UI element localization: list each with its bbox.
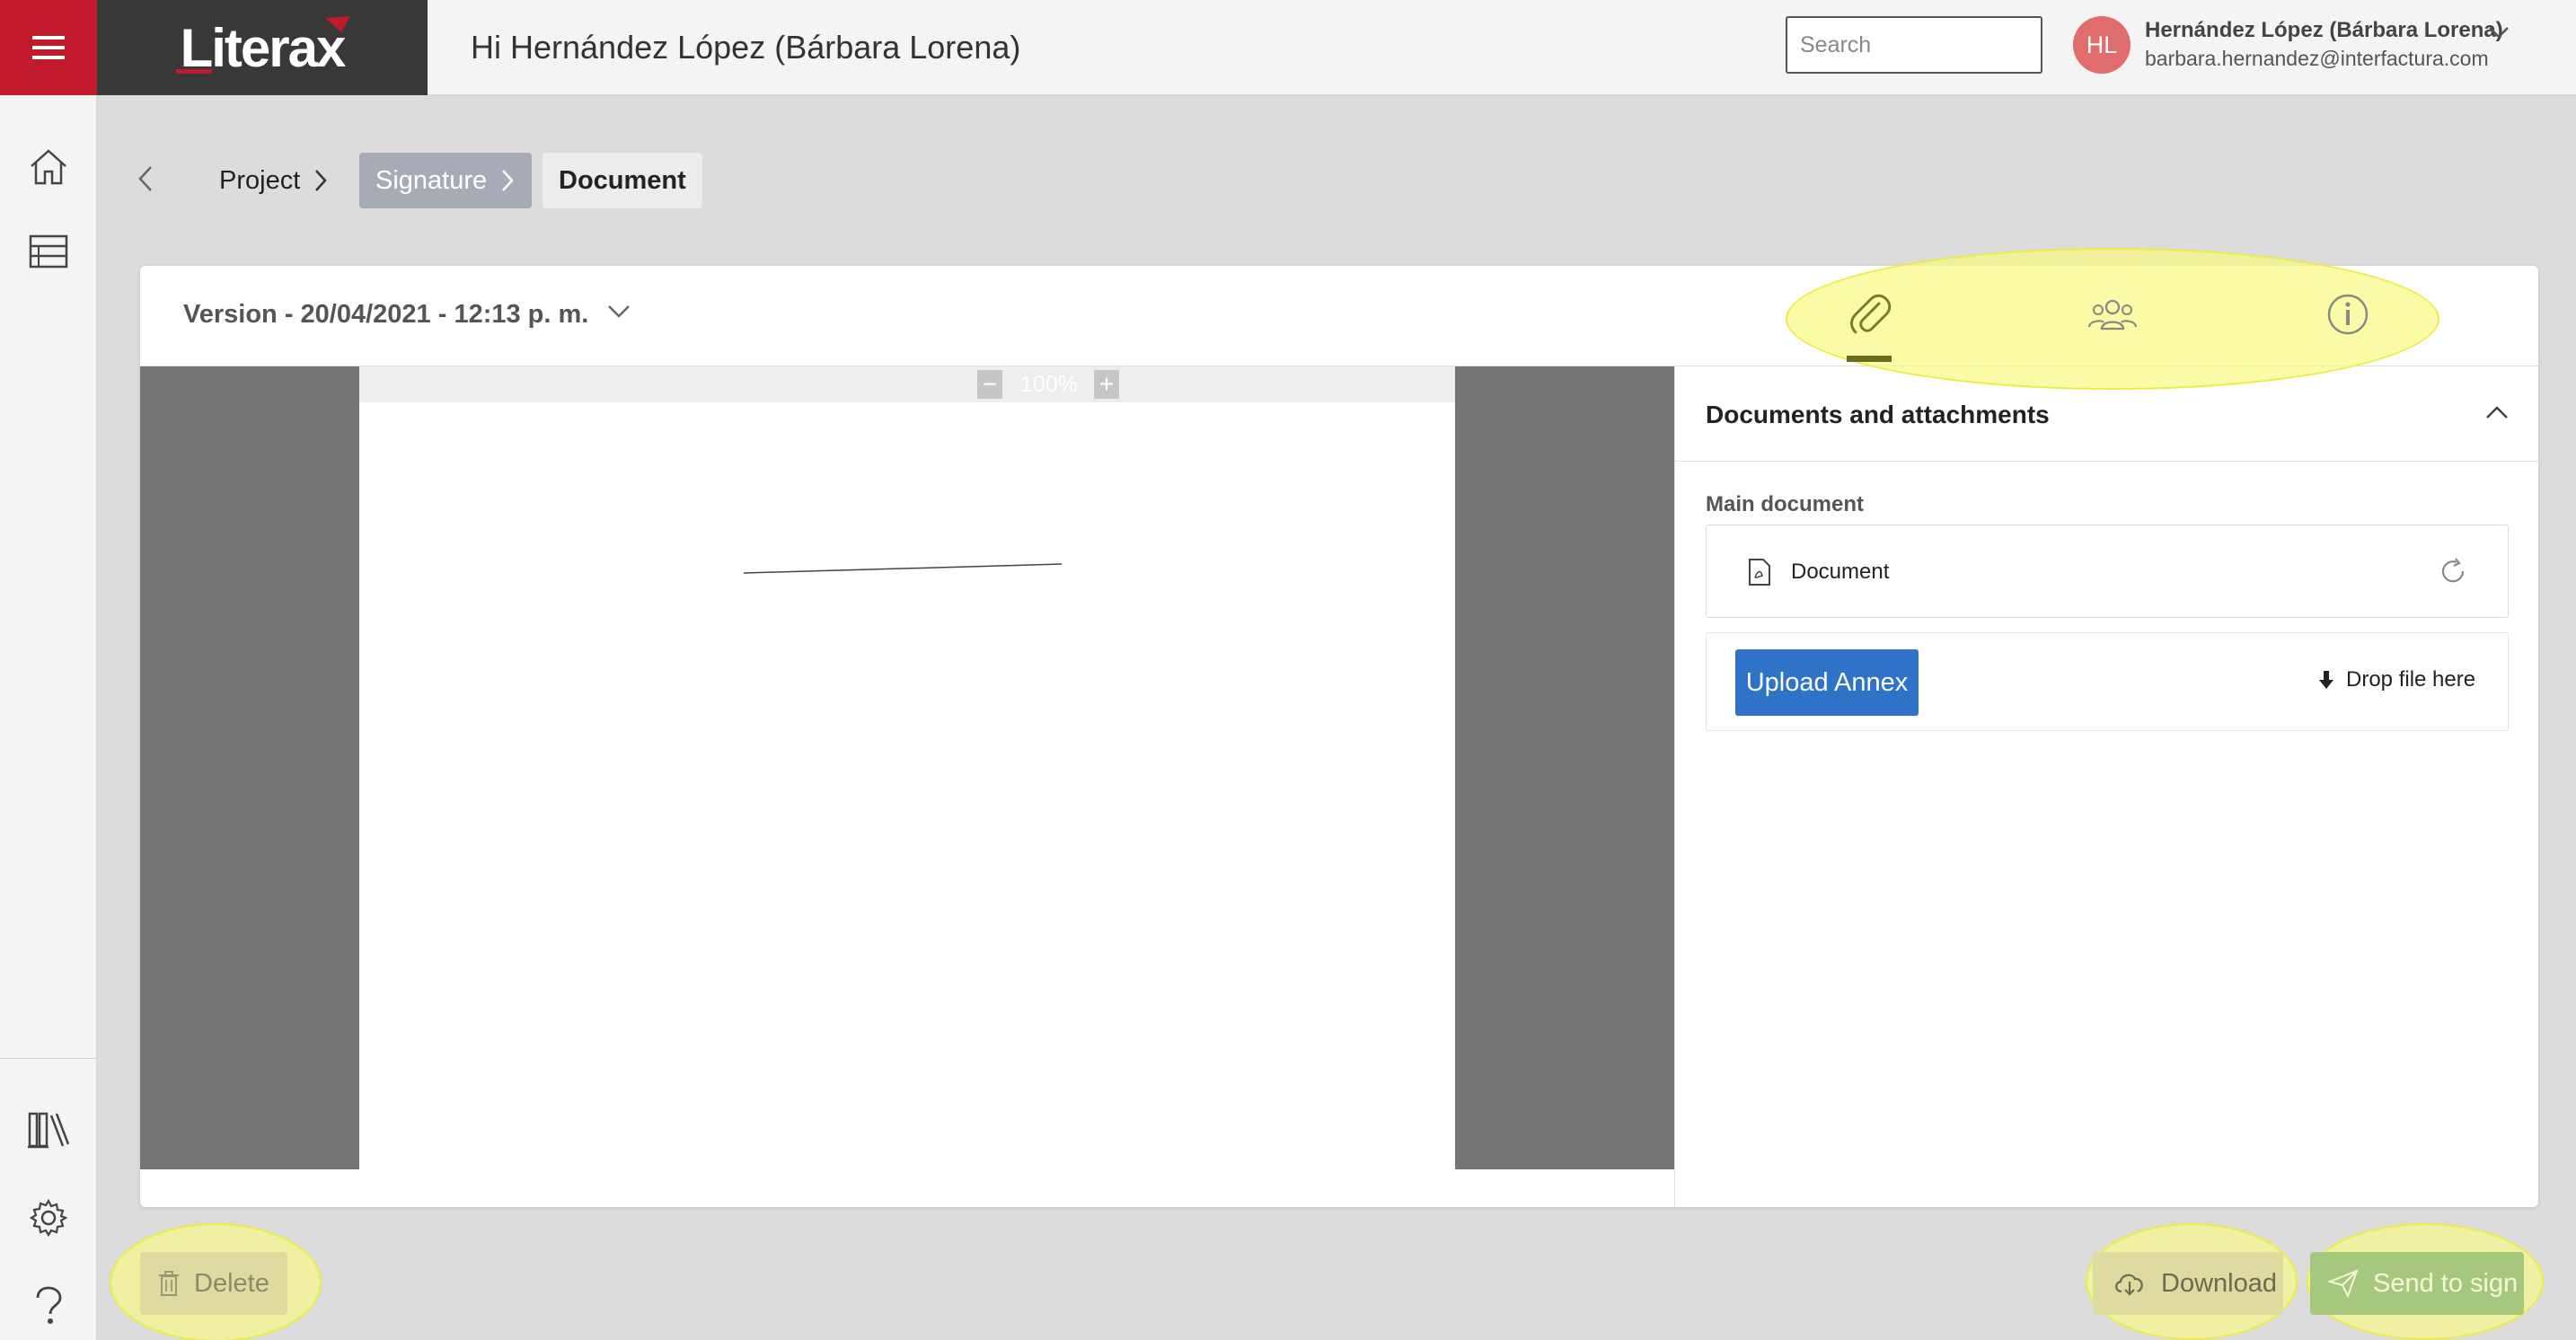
download-button[interactable]: Download xyxy=(2093,1252,2283,1315)
logo-underline xyxy=(176,69,212,74)
sidebar-item-settings[interactable] xyxy=(23,1193,74,1243)
version-chevron-down-icon[interactable] xyxy=(605,302,632,322)
cloud-download-icon xyxy=(2115,1274,2143,1296)
help-icon xyxy=(36,1286,62,1324)
breadcrumb-label: Document xyxy=(559,165,686,195)
download-label: Download xyxy=(2161,1268,2277,1298)
group-icon xyxy=(2088,299,2137,331)
breadcrumb-label: Project xyxy=(219,165,301,195)
paperclip-icon xyxy=(1850,294,1892,334)
hamburger-menu-button[interactable] xyxy=(0,0,97,95)
attachments-panel: Documents and attachments Main document … xyxy=(1674,366,2539,1207)
version-select-label[interactable]: Version - 20/04/2021 - 12:13 p. m. xyxy=(183,300,588,330)
arrow-down-icon xyxy=(2319,671,2333,689)
hamburger-icon xyxy=(32,36,65,59)
paper-plane-icon xyxy=(2328,1269,2359,1298)
sidebar-item-library[interactable] xyxy=(23,1105,74,1155)
drop-file-label: Drop file here xyxy=(2346,667,2476,692)
delete-button[interactable]: Delete xyxy=(140,1252,287,1315)
top-bar: Literax Hi Hernández López (Bárbara Lore… xyxy=(0,0,2576,95)
annex-upload-area[interactable]: Upload Annex Drop file here xyxy=(1706,632,2509,731)
user-email: barbara.hernandez@interfactura.com xyxy=(2145,47,2489,70)
breadcrumb-label: Signature xyxy=(375,165,488,195)
drop-file-zone[interactable]: Drop file here xyxy=(2317,667,2475,692)
document-name: Document xyxy=(1791,560,1890,584)
tab-attachments[interactable] xyxy=(1843,287,1897,341)
delete-label: Delete xyxy=(194,1268,269,1298)
chevron-right-icon xyxy=(315,170,327,191)
send-to-sign-label: Send to sign xyxy=(2373,1268,2519,1298)
chevron-right-icon xyxy=(502,170,514,191)
sidebar-item-home[interactable] xyxy=(23,142,74,192)
greeting-text: Hi Hernández López (Bárbara Lorena) xyxy=(471,29,1021,66)
panel-title: Documents and attachments xyxy=(1706,401,2050,428)
tab-info[interactable] xyxy=(2321,287,2375,341)
logo[interactable]: Literax xyxy=(97,0,428,95)
library-icon xyxy=(28,1112,70,1149)
chevron-up-icon[interactable] xyxy=(2483,402,2510,422)
breadcrumb-item-document[interactable]: Document xyxy=(543,153,702,208)
sidebar xyxy=(0,95,97,1340)
trash-icon xyxy=(159,1271,179,1296)
sidebar-item-help[interactable] xyxy=(23,1281,74,1331)
avatar[interactable]: HL xyxy=(2073,16,2130,74)
card-header: Version - 20/04/2021 - 12:13 p. m. xyxy=(140,248,2538,390)
logo-flag-icon xyxy=(325,16,350,32)
home-icon xyxy=(31,149,66,185)
user-menu-chevron-down-icon[interactable] xyxy=(2486,23,2511,41)
tab-participants[interactable] xyxy=(2086,287,2139,341)
send-to-sign-button[interactable]: Send to sign xyxy=(2310,1252,2524,1315)
panel-header[interactable]: Documents and attachments xyxy=(1675,366,2539,462)
tab-active-indicator xyxy=(1847,356,1892,362)
sidebar-item-table[interactable] xyxy=(23,226,74,277)
document-card: Version - 20/04/2021 - 12:13 p. m. − 100… xyxy=(140,248,2539,1207)
main-document-label: Main document xyxy=(1706,492,1865,516)
signature-line xyxy=(743,563,1063,574)
search-input[interactable] xyxy=(1800,31,2089,58)
main-document-item[interactable]: Document xyxy=(1706,525,2509,618)
info-icon xyxy=(2327,294,2369,335)
sidebar-divider xyxy=(0,1058,97,1059)
user-name: Hernández López (Bárbara Lorena) xyxy=(2145,18,2503,42)
document-viewer[interactable]: − 100% + xyxy=(140,366,1674,1169)
table-icon xyxy=(29,234,68,269)
pdf-file-icon xyxy=(1749,559,1770,586)
search-box[interactable] xyxy=(1786,16,2089,74)
refresh-icon[interactable] xyxy=(2438,556,2468,586)
breadcrumb-item-project[interactable]: Project xyxy=(203,153,345,208)
breadcrumb-item-signature[interactable]: Signature xyxy=(359,153,533,208)
upload-annex-button[interactable]: Upload Annex xyxy=(1735,649,1919,716)
back-chevron-icon[interactable] xyxy=(135,163,156,194)
gear-icon xyxy=(29,1198,68,1238)
